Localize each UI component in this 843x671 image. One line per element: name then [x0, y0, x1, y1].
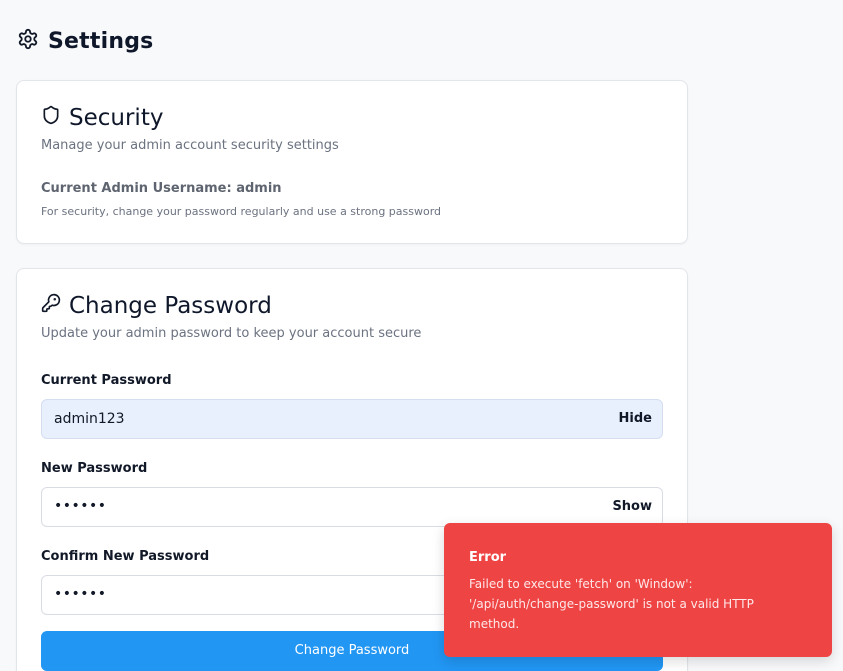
new-password-label: New Password: [41, 461, 148, 476]
page-title: Settings: [48, 28, 154, 54]
new-password-field[interactable]: •••••• Show: [41, 487, 663, 527]
change-password-description: Update your admin password to keep your …: [41, 326, 422, 341]
change-password-title: Change Password: [69, 293, 272, 319]
admin-username: Current Admin Username: admin: [41, 181, 282, 196]
error-toast: Error Failed to execute 'fetch' on 'Wind…: [444, 523, 832, 657]
toast-title: Error: [469, 550, 507, 565]
key-icon: [41, 293, 61, 319]
confirm-password-label: Confirm New Password: [41, 549, 210, 564]
security-hint: For security, change your password regul…: [41, 205, 442, 218]
toast-message: Failed to execute 'fetch' on 'Window': '…: [469, 577, 754, 631]
show-password-toggle[interactable]: Show: [612, 499, 652, 514]
hide-password-toggle[interactable]: Hide: [619, 411, 652, 426]
security-title-row: Security: [41, 105, 163, 131]
shield-icon: [41, 105, 61, 131]
current-password-field[interactable]: admin123 Hide: [41, 399, 663, 439]
gear-icon: [17, 28, 39, 54]
page-header: Settings: [17, 28, 153, 54]
security-description: Manage your admin account security setti…: [41, 138, 339, 153]
new-password-value: ••••••: [54, 498, 107, 514]
current-password-value: admin123: [54, 411, 125, 427]
settings-page: Settings Security Manage your admin acco…: [0, 0, 843, 671]
change-password-title-row: Change Password: [41, 293, 272, 319]
confirm-password-value: ••••••: [54, 586, 107, 602]
current-password-label: Current Password: [41, 373, 172, 388]
security-card: Security Manage your admin account secur…: [16, 80, 688, 244]
security-title: Security: [69, 105, 164, 131]
